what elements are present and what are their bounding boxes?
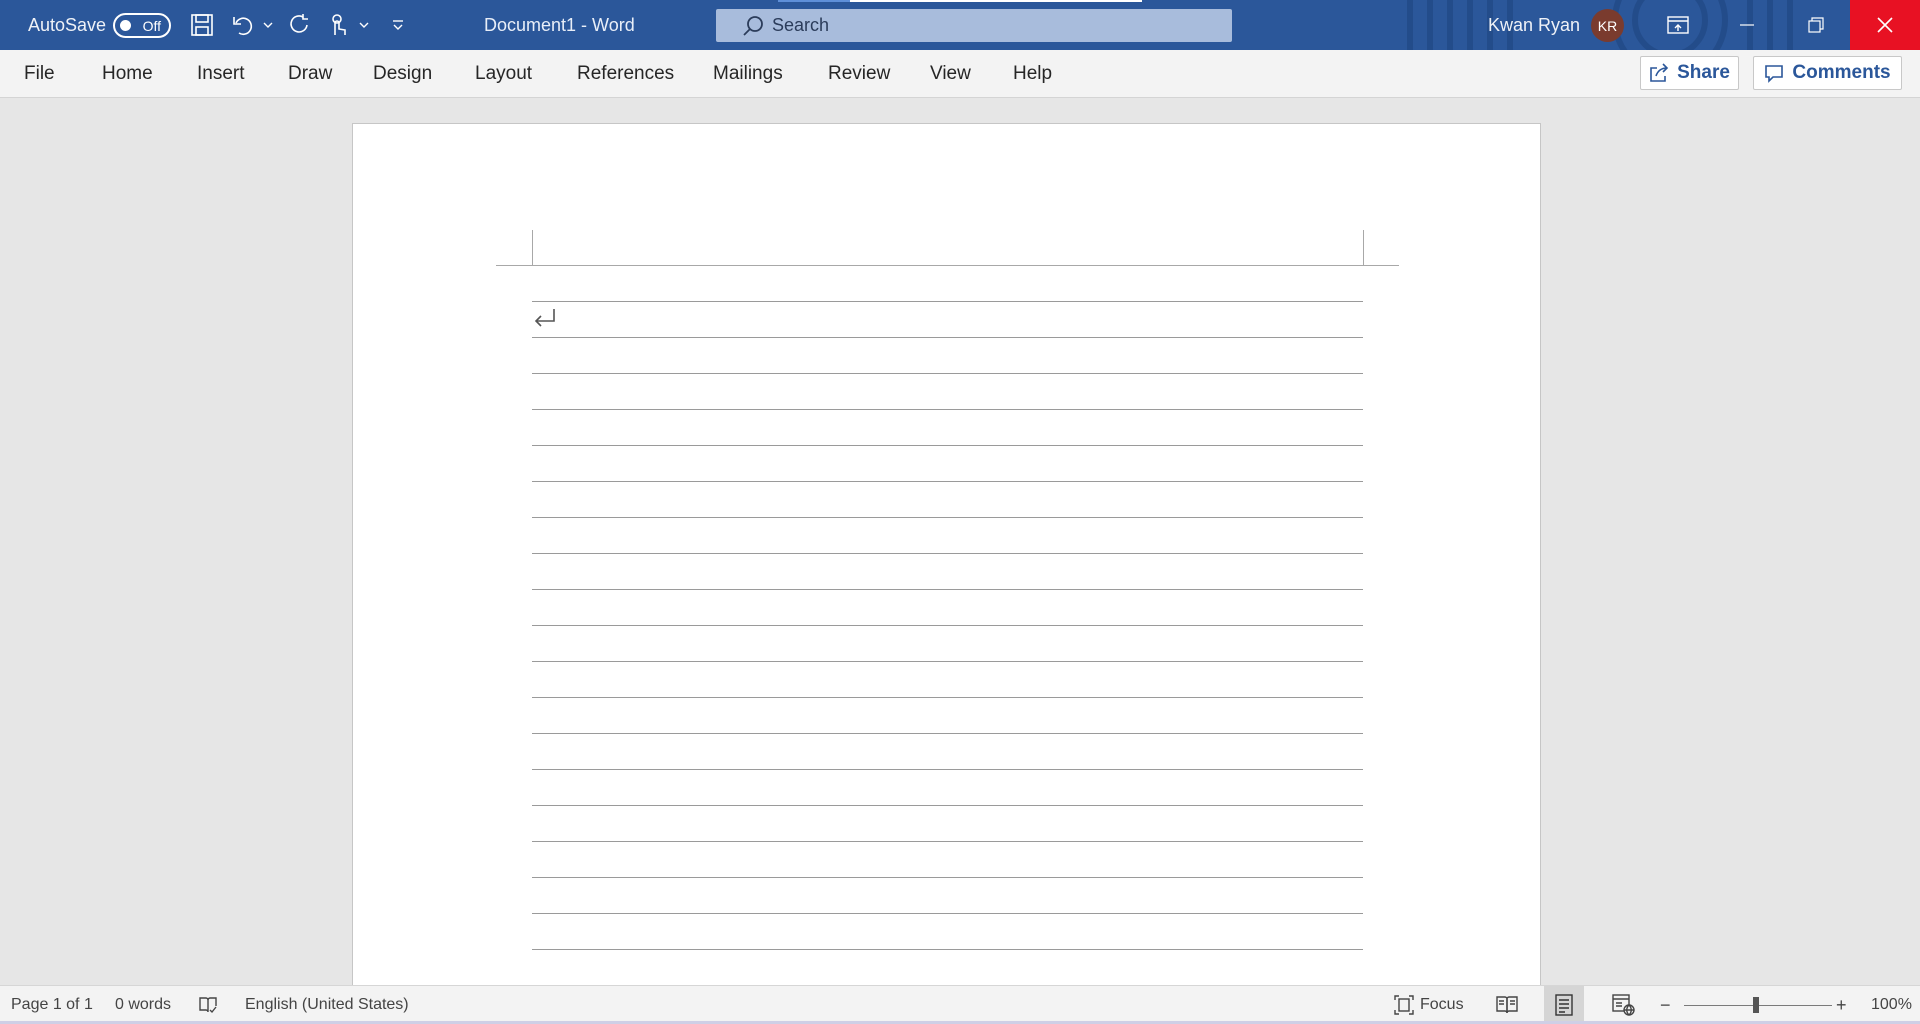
comments-button[interactable]: Comments: [1753, 56, 1902, 90]
margin-mark-left-horizontal: [496, 265, 532, 266]
ruled-line: [532, 553, 1363, 554]
ruled-line: [532, 949, 1363, 950]
close-icon[interactable]: [1850, 0, 1920, 50]
ruled-line: [532, 805, 1363, 806]
tab-layout[interactable]: Layout: [475, 50, 532, 98]
tab-help[interactable]: Help: [1013, 50, 1052, 98]
tab-review[interactable]: Review: [828, 50, 890, 98]
ruled-line: [532, 517, 1363, 518]
search-icon: [742, 15, 764, 37]
page-count[interactable]: Page 1 of 1: [11, 986, 93, 1024]
share-label: Share: [1677, 62, 1730, 83]
tab-draw[interactable]: Draw: [288, 50, 332, 98]
ruled-line: [532, 769, 1363, 770]
zoom-in-button[interactable]: +: [1836, 986, 1847, 1024]
ruled-line: [532, 733, 1363, 734]
read-mode-icon[interactable]: [1487, 986, 1527, 1024]
ruled-line: [532, 301, 1363, 302]
tab-insert[interactable]: Insert: [197, 50, 245, 98]
autosave-toggle[interactable]: Off: [113, 13, 171, 38]
comments-label: Comments: [1792, 62, 1891, 83]
search-accent-white: [850, 0, 1142, 2]
tab-file[interactable]: File: [24, 50, 55, 98]
margin-mark-right-vertical: [1363, 230, 1364, 266]
ruled-line: [532, 409, 1363, 410]
paragraph-mark-icon: [534, 309, 555, 327]
document-title: Document1 - Word: [484, 14, 635, 35]
share-button[interactable]: Share: [1640, 56, 1739, 90]
document-canvas[interactable]: [0, 99, 1920, 985]
zoom-level[interactable]: 100%: [1871, 986, 1912, 1024]
comment-icon: [1764, 63, 1784, 83]
ribbon-tabs: File Home Insert Draw Design Layout Refe…: [0, 50, 1920, 98]
header-boundary-line: [532, 265, 1363, 266]
undo-dropdown-icon[interactable]: [260, 0, 276, 50]
search-box[interactable]: [716, 9, 1232, 42]
ruled-line: [532, 481, 1363, 482]
language-indicator[interactable]: English (United States): [245, 986, 409, 1024]
ruled-line: [532, 913, 1363, 914]
tab-references[interactable]: References: [577, 50, 674, 98]
proofing-icon[interactable]: [196, 986, 220, 1024]
web-layout-icon[interactable]: [1604, 986, 1644, 1024]
tab-view[interactable]: View: [930, 50, 971, 98]
user-name[interactable]: Kwan Ryan: [1488, 0, 1580, 50]
share-icon: [1649, 63, 1669, 83]
ruled-line: [532, 337, 1363, 338]
touch-dropdown-icon[interactable]: [356, 0, 372, 50]
ruled-line: [532, 877, 1363, 878]
print-layout-icon[interactable]: [1544, 986, 1584, 1024]
zoom-out-button[interactable]: −: [1660, 986, 1671, 1024]
avatar[interactable]: KR: [1591, 9, 1624, 42]
touch-mode-icon[interactable]: [324, 0, 352, 50]
autosave-state: Off: [142, 17, 161, 34]
search-input[interactable]: [772, 15, 1192, 36]
ribbon-display-icon[interactable]: [1643, 0, 1713, 50]
ruled-line: [532, 373, 1363, 374]
tab-design[interactable]: Design: [373, 50, 432, 98]
margin-mark-right-horizontal: [1363, 265, 1399, 266]
ruled-line: [532, 697, 1363, 698]
zoom-slider-thumb[interactable]: [1753, 997, 1759, 1013]
ruled-line: [532, 589, 1363, 590]
ruled-line: [532, 445, 1363, 446]
word-count[interactable]: 0 words: [115, 986, 171, 1024]
document-page[interactable]: [352, 123, 1541, 985]
autosave-label: AutoSave: [28, 14, 107, 35]
focus-icon[interactable]: [1390, 986, 1418, 1024]
restore-icon[interactable]: [1781, 0, 1851, 50]
toggle-knob: [120, 20, 131, 31]
redo-icon[interactable]: [284, 0, 316, 50]
undo-icon[interactable]: [228, 0, 258, 50]
margin-mark-left-vertical: [532, 230, 533, 266]
save-icon[interactable]: [186, 0, 218, 50]
title-bar: AutoSave Off Document1 - Word Search Kwa…: [0, 0, 1920, 50]
ruled-line: [532, 661, 1363, 662]
search-accent-blue: [778, 0, 850, 2]
minimize-icon[interactable]: [1712, 0, 1782, 50]
customize-icon[interactable]: [388, 0, 408, 50]
tab-mailings[interactable]: Mailings: [713, 50, 783, 98]
status-bar: Page 1 of 1 0 words English (United Stat…: [0, 985, 1920, 1024]
ruled-line: [532, 625, 1363, 626]
tab-home[interactable]: Home: [102, 50, 153, 98]
ruled-line: [532, 841, 1363, 842]
focus-label[interactable]: Focus: [1420, 986, 1464, 1024]
